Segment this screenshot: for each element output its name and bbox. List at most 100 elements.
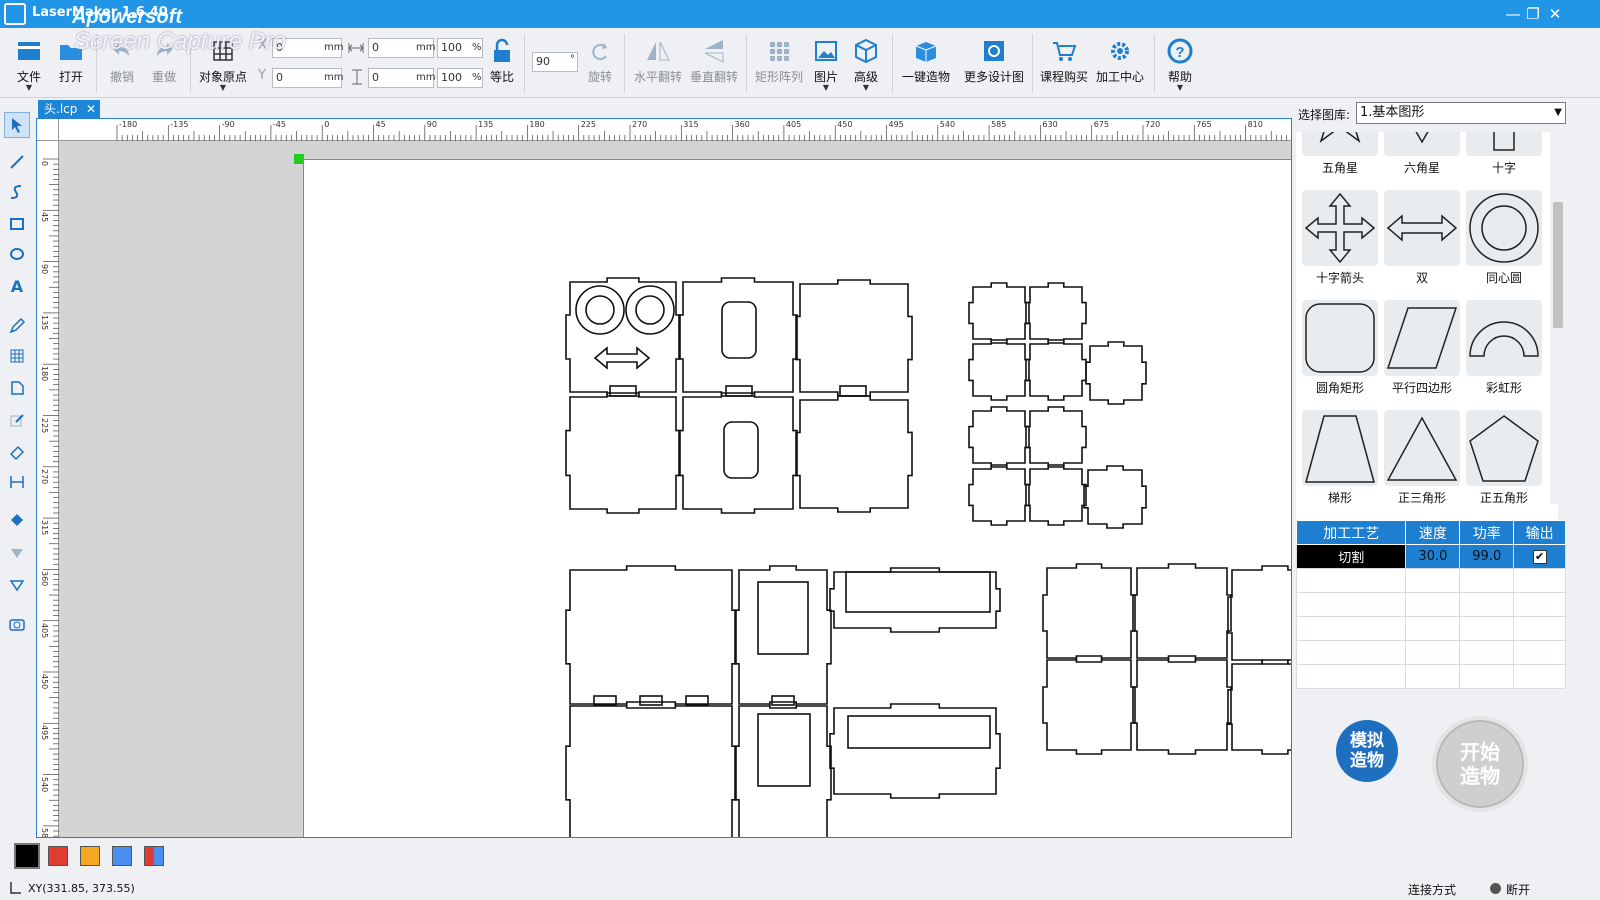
trim-tool[interactable] bbox=[4, 572, 30, 598]
power-cell[interactable]: 99.0 bbox=[1459, 544, 1515, 569]
box-panel[interactable] bbox=[1025, 406, 1087, 468]
box-panel[interactable] bbox=[1227, 659, 1292, 755]
arrow-cutout[interactable] bbox=[593, 346, 651, 370]
file-button[interactable]: 文件 ▼ bbox=[10, 28, 48, 98]
start-button[interactable]: 开始 造物 bbox=[1432, 716, 1528, 812]
eye-circle[interactable] bbox=[585, 295, 615, 325]
shape-item[interactable]: 五角星 bbox=[1300, 132, 1380, 186]
box-panel[interactable] bbox=[565, 701, 737, 838]
page-tool[interactable] bbox=[4, 376, 30, 402]
box-panel[interactable] bbox=[968, 406, 1030, 468]
window-cutout[interactable] bbox=[845, 571, 991, 613]
rotate-button[interactable]: 旋转 bbox=[582, 28, 618, 98]
box-panel[interactable] bbox=[1132, 655, 1232, 755]
scrollbar-thumb[interactable] bbox=[1553, 202, 1563, 328]
joint-tab[interactable] bbox=[609, 385, 637, 397]
joint-tab[interactable] bbox=[639, 695, 663, 706]
box-panel[interactable] bbox=[1085, 341, 1147, 405]
shape-item[interactable]: 同心圆 bbox=[1464, 188, 1544, 296]
rectangle-tool[interactable] bbox=[4, 212, 30, 238]
library-select[interactable]: 1.基本图形 ▼ bbox=[1356, 102, 1566, 124]
line-tool[interactable] bbox=[4, 150, 30, 176]
layer-color-orange[interactable] bbox=[80, 846, 100, 866]
measure-tool[interactable] bbox=[4, 470, 30, 496]
disconnect-status[interactable]: 断开 bbox=[1506, 881, 1530, 898]
box-panel[interactable] bbox=[1025, 282, 1087, 344]
box-panel[interactable] bbox=[968, 339, 1030, 401]
rect-array-button[interactable]: 矩形阵列 bbox=[750, 28, 808, 98]
vertical-flip-button[interactable]: 垂直翻转 bbox=[686, 28, 742, 98]
horizontal-flip-button[interactable]: 水平翻转 bbox=[630, 28, 686, 98]
advanced-button[interactable]: 高级 ▼ bbox=[848, 28, 884, 98]
shape-item[interactable]: 平行四边形 bbox=[1382, 298, 1462, 406]
pen-tool[interactable] bbox=[4, 314, 30, 340]
box-panel[interactable] bbox=[829, 703, 1001, 799]
work-area[interactable] bbox=[303, 159, 1292, 838]
table-row[interactable]: 切割 30.0 99.0 ✔ bbox=[1295, 544, 1566, 569]
camera-tool[interactable] bbox=[4, 612, 30, 638]
eye-circle[interactable] bbox=[625, 285, 675, 335]
ellipse-tool[interactable] bbox=[4, 242, 30, 268]
box-panel[interactable] bbox=[1042, 563, 1136, 663]
process-cell[interactable]: 切割 bbox=[1295, 544, 1407, 569]
shape-item[interactable]: 双 bbox=[1382, 188, 1462, 296]
box-panel[interactable] bbox=[968, 464, 1030, 526]
table-tool[interactable] bbox=[4, 344, 30, 370]
edit-tool[interactable] bbox=[4, 408, 30, 434]
joint-tab[interactable] bbox=[839, 385, 867, 397]
box-panel[interactable] bbox=[968, 282, 1030, 344]
shape-item[interactable]: 十字箭头 bbox=[1300, 188, 1380, 296]
one-click-build-button[interactable]: 一键造物 bbox=[898, 28, 954, 98]
joint-tab[interactable] bbox=[771, 695, 795, 706]
slot-cutout[interactable] bbox=[723, 421, 759, 479]
box-panel[interactable] bbox=[1227, 565, 1292, 665]
window-cutout[interactable] bbox=[757, 581, 809, 655]
eye-circle[interactable] bbox=[635, 295, 665, 325]
box-panel[interactable] bbox=[678, 277, 798, 397]
close-button[interactable]: ✕ bbox=[1542, 4, 1568, 24]
shape-item[interactable]: 梯形 bbox=[1300, 408, 1380, 516]
box-panel[interactable] bbox=[1083, 465, 1147, 529]
output-checkbox[interactable]: ✔ bbox=[1513, 544, 1566, 569]
shape-item[interactable]: 正五角形 bbox=[1464, 408, 1544, 516]
process-center-button[interactable]: 加工中心 bbox=[1092, 28, 1148, 98]
document-tab[interactable]: 头.lcp ✕ bbox=[38, 100, 100, 118]
box-panel[interactable] bbox=[829, 567, 1001, 633]
fill-tool[interactable] bbox=[4, 508, 30, 534]
box-panel[interactable] bbox=[1132, 563, 1232, 663]
box-panel[interactable] bbox=[1025, 339, 1087, 401]
box-panel[interactable] bbox=[1025, 464, 1087, 526]
text-tool[interactable]: A bbox=[4, 274, 30, 300]
shape-item[interactable]: 彩虹形 bbox=[1464, 298, 1544, 406]
box-panel[interactable] bbox=[565, 565, 737, 709]
box-panel[interactable] bbox=[565, 277, 681, 397]
box-panel[interactable] bbox=[678, 392, 798, 514]
shape-item[interactable]: 十字 bbox=[1464, 132, 1544, 186]
shape-item[interactable]: 正三角形 bbox=[1382, 408, 1462, 516]
box-panel[interactable] bbox=[734, 565, 832, 709]
select-tool[interactable] bbox=[4, 112, 30, 138]
box-panel[interactable] bbox=[795, 395, 913, 513]
joint-tab[interactable] bbox=[725, 385, 753, 397]
curve-tool[interactable] bbox=[4, 180, 30, 206]
help-button[interactable]: ? 帮助 ▼ bbox=[1160, 28, 1200, 98]
layer-color-multi[interactable] bbox=[144, 846, 164, 866]
layer-color-blue[interactable] bbox=[112, 846, 132, 866]
origin-marker[interactable] bbox=[294, 154, 304, 164]
eye-circle[interactable] bbox=[575, 285, 625, 335]
box-panel[interactable] bbox=[1042, 655, 1136, 755]
layer-color-red[interactable] bbox=[48, 846, 68, 866]
speed-cell[interactable]: 30.0 bbox=[1405, 544, 1461, 569]
simulate-button[interactable]: 模拟 造物 bbox=[1336, 720, 1398, 782]
close-tab-icon[interactable]: ✕ bbox=[86, 100, 96, 118]
cut-design[interactable] bbox=[304, 160, 1292, 838]
course-purchase-button[interactable]: 课程购买 bbox=[1038, 28, 1090, 98]
shape-item[interactable]: 六角星 bbox=[1382, 132, 1462, 186]
shape-item[interactable]: 圆角矩形 bbox=[1300, 298, 1380, 406]
shape-library-scrollbar[interactable] bbox=[1550, 132, 1566, 504]
box-panel[interactable] bbox=[565, 392, 681, 514]
window-cutout[interactable] bbox=[847, 715, 991, 749]
window-cutout[interactable] bbox=[757, 713, 811, 787]
box-panel[interactable] bbox=[734, 701, 832, 838]
more-designs-button[interactable]: 更多设计图 bbox=[960, 28, 1028, 98]
